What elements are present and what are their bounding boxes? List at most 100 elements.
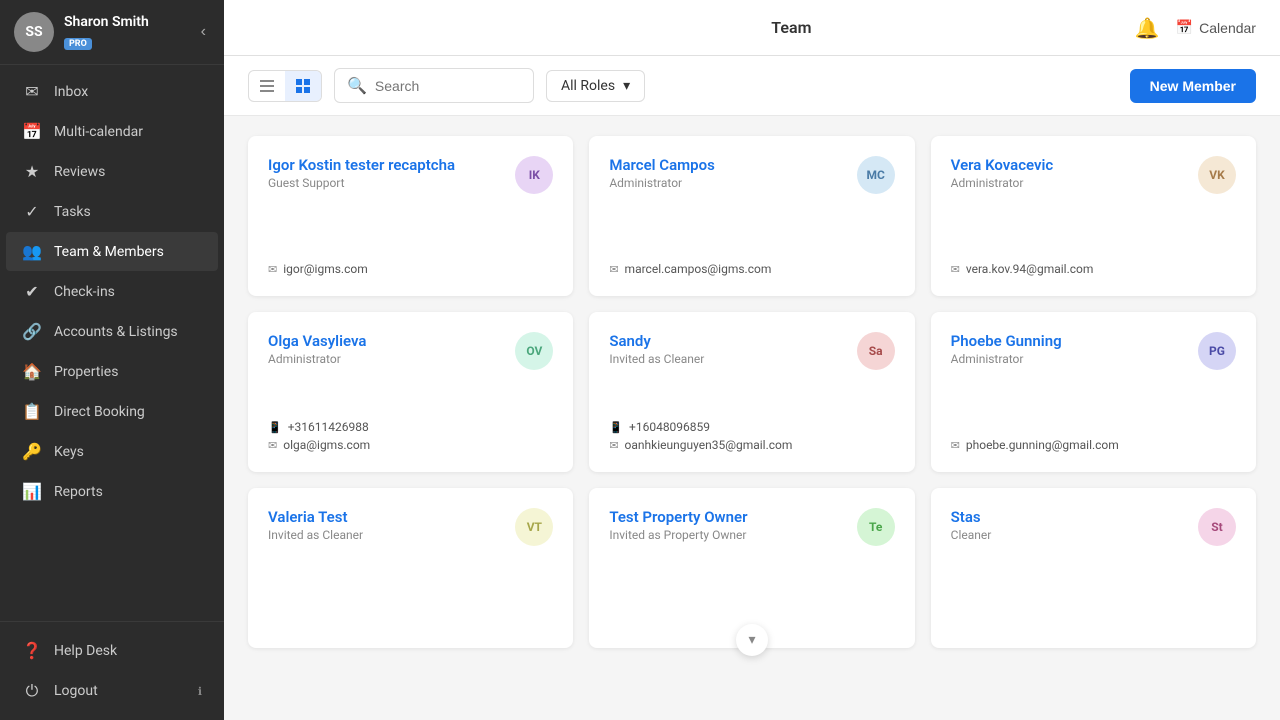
member-name[interactable]: Sandy <box>609 332 704 350</box>
member-name[interactable]: Olga Vasylieva <box>268 332 366 350</box>
sidebar-item-accounts[interactable]: 🔗 Accounts & Listings <box>6 312 218 351</box>
member-name[interactable]: Test Property Owner <box>609 508 747 526</box>
roles-dropdown[interactable]: All Roles ▾ <box>546 70 645 102</box>
member-name[interactable]: Valeria Test <box>268 508 363 526</box>
member-avatar: Te <box>857 508 895 546</box>
sidebar-collapse-button[interactable]: ‹ <box>197 19 210 45</box>
sidebar-label-properties: Properties <box>54 364 118 380</box>
member-avatar: VK <box>1198 156 1236 194</box>
avatar: SS <box>14 12 54 52</box>
search-input[interactable] <box>375 78 515 94</box>
sidebar-profile[interactable]: SS Sharon Smith PRO ‹ <box>0 0 224 65</box>
toolbar: 🔍 All Roles ▾ New Member <box>224 56 1280 116</box>
member-name[interactable]: Stas <box>951 508 992 526</box>
sidebar-label-tasks: Tasks <box>54 204 91 220</box>
card-email: ✉oanhkieunguyen35@gmail.com <box>609 438 894 452</box>
search-icon: 🔍 <box>347 76 367 95</box>
member-card: Test Property Owner Invited as Property … <box>589 488 914 648</box>
cards-grid: Igor Kostin tester recaptcha Guest Suppo… <box>248 136 1256 648</box>
email-icon: ✉ <box>951 263 960 276</box>
member-role: Invited as Cleaner <box>609 352 704 366</box>
sidebar-item-properties[interactable]: 🏠 Properties <box>6 352 218 391</box>
member-role: Invited as Cleaner <box>268 528 363 542</box>
member-card: Valeria Test Invited as Cleaner VT <box>248 488 573 648</box>
member-card: Stas Cleaner St <box>931 488 1256 648</box>
card-phone: 📱+16048096859 <box>609 420 894 434</box>
sidebar-label-inbox: Inbox <box>54 84 88 100</box>
card-email: ✉olga@igms.com <box>268 438 553 452</box>
card-contact: ✉phoebe.gunning@gmail.com <box>951 426 1236 452</box>
calendar-icon: 📅 <box>1176 19 1193 36</box>
calendar-label: Calendar <box>1199 20 1256 36</box>
member-card: Igor Kostin tester recaptcha Guest Suppo… <box>248 136 573 296</box>
card-phone: 📱+31611426988 <box>268 420 553 434</box>
list-view-button[interactable] <box>249 71 285 101</box>
card-email: ✉vera.kov.94@gmail.com <box>951 262 1236 276</box>
calendar-button[interactable]: 📅 Calendar <box>1176 19 1256 36</box>
member-name[interactable]: Igor Kostin tester recaptcha <box>268 156 455 174</box>
sidebar-item-tasks[interactable]: ✓ Tasks <box>6 192 218 231</box>
card-contact <box>268 616 553 628</box>
sidebar-item-checkins[interactable]: ✔ Check-ins <box>6 272 218 311</box>
email-icon: ✉ <box>951 439 960 452</box>
member-name[interactable]: Vera Kovacevic <box>951 156 1054 174</box>
email-icon: ✉ <box>609 439 618 452</box>
sidebar-item-inbox[interactable]: ✉ Inbox <box>6 72 218 111</box>
sidebar-item-direct-booking[interactable]: 📋 Direct Booking <box>6 392 218 431</box>
member-avatar: IK <box>515 156 553 194</box>
reports-icon: 📊 <box>22 482 42 501</box>
sidebar-label-logout: Logout <box>54 683 98 699</box>
member-card: Sandy Invited as Cleaner Sa 📱+1604809685… <box>589 312 914 472</box>
card-email: ✉marcel.campos@igms.com <box>609 262 894 276</box>
sidebar-item-reviews[interactable]: ★ Reviews <box>6 152 218 191</box>
inbox-icon: ✉ <box>22 82 42 101</box>
card-email: ✉igor@igms.com <box>268 262 553 276</box>
cards-area: Igor Kostin tester recaptcha Guest Suppo… <box>224 116 1280 720</box>
sidebar-item-reports[interactable]: 📊 Reports <box>6 472 218 511</box>
member-card: Olga Vasylieva Administrator OV 📱+316114… <box>248 312 573 472</box>
tasks-icon: ✓ <box>22 202 42 221</box>
email-icon: ✉ <box>268 439 277 452</box>
sidebar-label-team: Team & Members <box>54 244 164 260</box>
accounts-icon: 🔗 <box>22 322 42 341</box>
member-card: Vera Kovacevic Administrator VK ✉vera.ko… <box>931 136 1256 296</box>
member-role: Administrator <box>268 352 366 366</box>
card-contact: ✉vera.kov.94@gmail.com <box>951 250 1236 276</box>
sidebar-nav: ✉ Inbox 📅 Multi-calendar ★ Reviews ✓ Tas… <box>0 65 224 621</box>
properties-icon: 🏠 <box>22 362 42 381</box>
scroll-down-indicator[interactable]: ▾ <box>736 624 768 656</box>
member-avatar: OV <box>515 332 553 370</box>
search-box[interactable]: 🔍 <box>334 68 534 103</box>
grid-view-button[interactable] <box>285 71 321 101</box>
card-contact: 📱+16048096859 ✉oanhkieunguyen35@gmail.com <box>609 408 894 452</box>
card-contact: 📱+31611426988 ✉olga@igms.com <box>268 408 553 452</box>
notifications-bell-icon[interactable]: 🔔 <box>1135 16 1160 40</box>
sidebar-label-accounts: Accounts & Listings <box>54 324 178 340</box>
checkins-icon: ✔ <box>22 282 42 301</box>
view-toggle <box>248 70 322 102</box>
sidebar-label-helpdesk: Help Desk <box>54 643 117 659</box>
card-contact: ✉marcel.campos@igms.com <box>609 250 894 276</box>
header: Team 🔔 📅 Calendar <box>224 0 1280 56</box>
sidebar-item-keys[interactable]: 🔑 Keys <box>6 432 218 471</box>
member-role: Administrator <box>609 176 715 190</box>
sidebar-label-reports: Reports <box>54 484 103 500</box>
sidebar-label-direct-booking: Direct Booking <box>54 404 145 420</box>
member-role: Invited as Property Owner <box>609 528 747 542</box>
helpdesk-icon: ❓ <box>22 641 42 660</box>
member-card: Marcel Campos Administrator MC ✉marcel.c… <box>589 136 914 296</box>
phone-icon: 📱 <box>268 421 282 434</box>
roles-label: All Roles <box>561 78 615 94</box>
email-icon: ✉ <box>609 263 618 276</box>
member-name[interactable]: Phoebe Gunning <box>951 332 1062 350</box>
new-member-button[interactable]: New Member <box>1130 69 1256 103</box>
logout-icon: ⏻ <box>22 681 42 701</box>
sidebar-item-helpdesk[interactable]: ❓ Help Desk <box>6 631 218 670</box>
sidebar-label-keys: Keys <box>54 444 84 460</box>
sidebar-item-team[interactable]: 👥 Team & Members <box>6 232 218 271</box>
sidebar-item-multi-calendar[interactable]: 📅 Multi-calendar <box>6 112 218 151</box>
member-name[interactable]: Marcel Campos <box>609 156 715 174</box>
member-card: Phoebe Gunning Administrator PG ✉phoebe.… <box>931 312 1256 472</box>
sidebar-item-logout[interactable]: ⏻ Logout ℹ <box>6 671 218 711</box>
member-avatar: MC <box>857 156 895 194</box>
